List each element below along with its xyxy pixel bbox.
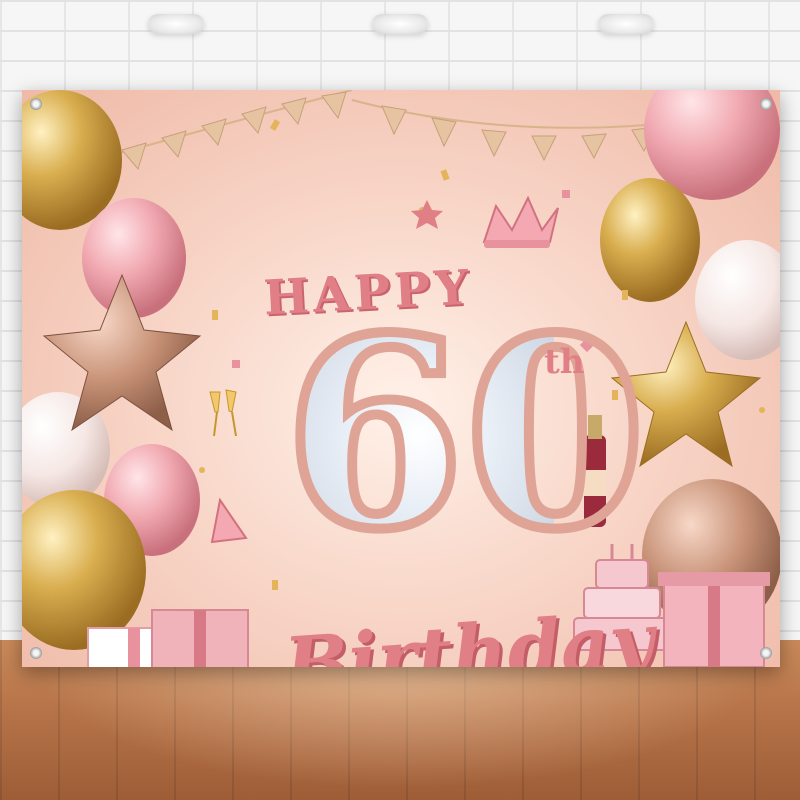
pearl-balloon [695,240,780,360]
grommet [760,647,772,659]
ceiling-light [372,14,428,34]
party-scene: HAPPY 60 th Birthday [0,0,800,800]
grommet [760,98,772,110]
grommet [30,647,42,659]
age-number: 60 [279,282,651,587]
birthday-backdrop: HAPPY 60 th Birthday [22,90,780,667]
ceiling-light [598,14,654,34]
ceiling-light [148,14,204,34]
small-star [411,200,443,229]
ordinal-suffix: th [544,342,585,382]
champagne-glasses [209,389,237,413]
grommet [30,98,42,110]
crown-band [484,240,550,248]
pink-balloon [82,198,186,318]
gift-box-right [658,572,770,667]
party-hat [210,497,248,544]
crown [482,195,559,243]
